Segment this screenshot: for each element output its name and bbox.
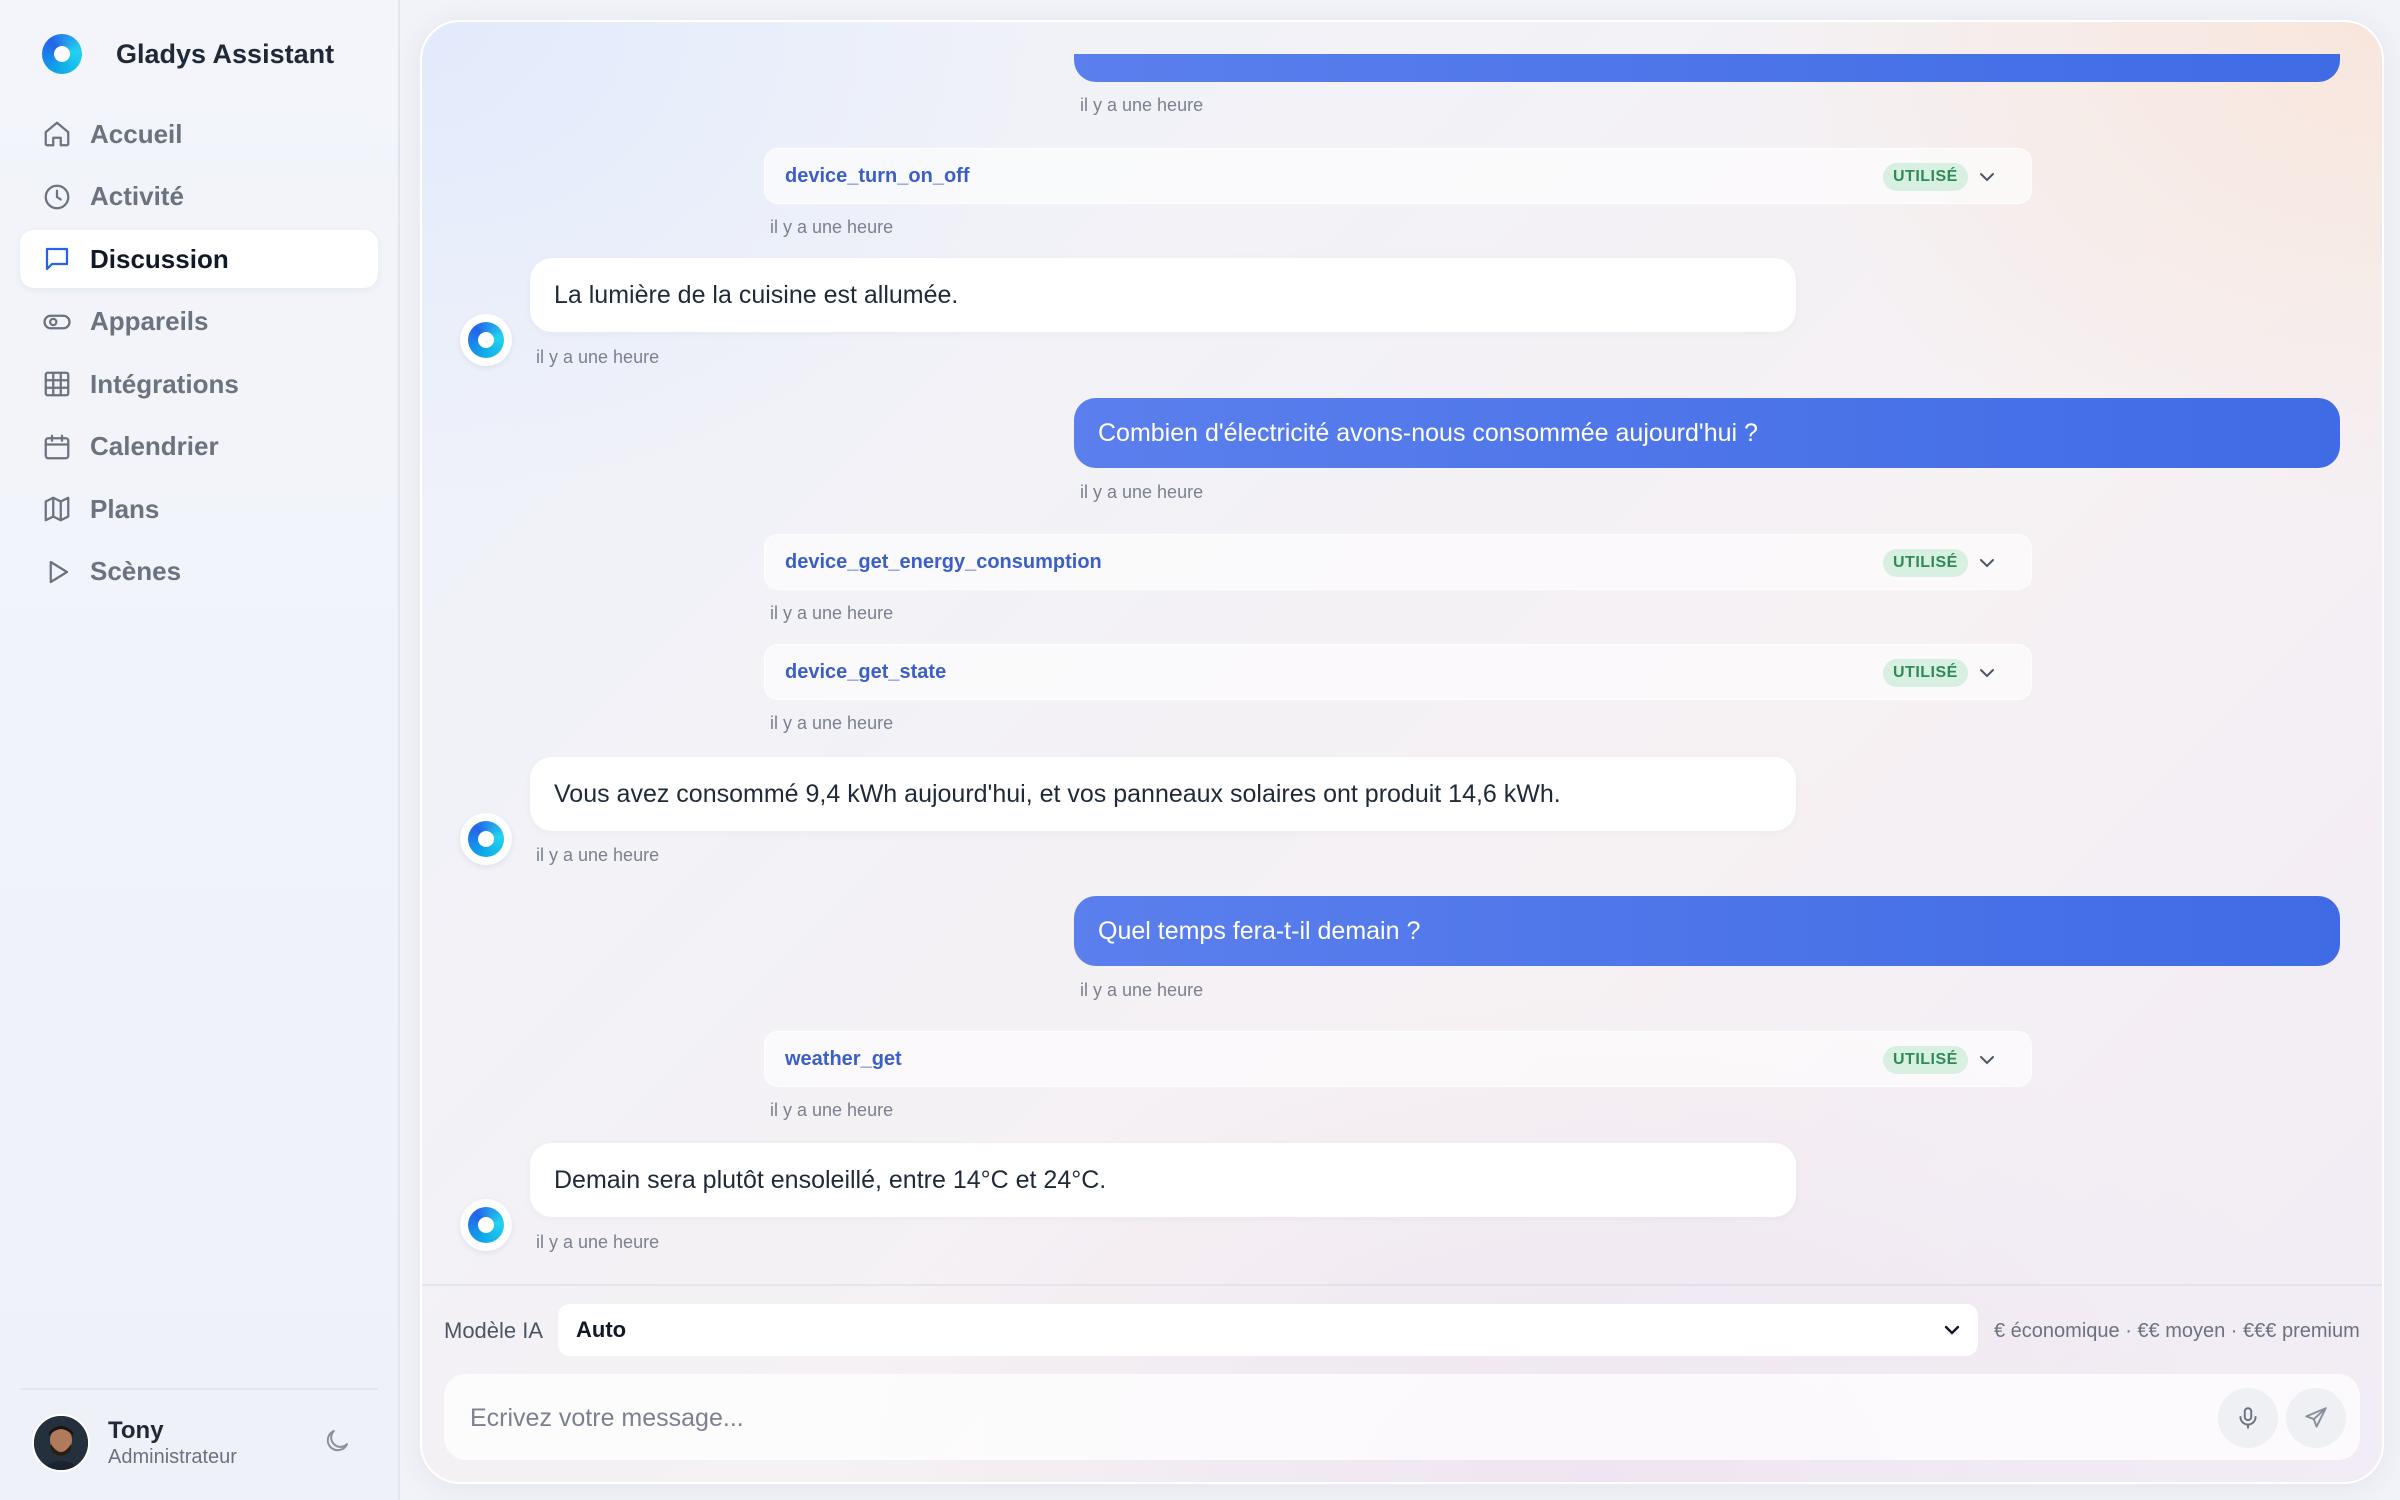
message-timestamp: il y a une heure [770,217,894,237]
chevron-down-icon [1944,1325,1960,1335]
message-list[interactable]: il y a une heure device_turn_on_off UTIL… [422,22,2382,1284]
microphone-button[interactable] [2218,1388,2278,1448]
status-badge: UTILISÉ [1883,549,1968,577]
sidebar-item-label: Intégrations [90,368,239,399]
message-input[interactable] [468,1392,2172,1444]
gladys-logo-icon [468,821,504,857]
sidebar-item-appareils[interactable]: Appareils [20,293,378,351]
sidebar-item-accueil[interactable]: Accueil [20,105,378,163]
sidebar-item-label: Accueil [90,118,183,149]
sidebar-item-label: Discussion [90,243,229,274]
sidebar-item-label: Activité [90,181,184,211]
model-select-value: Auto [576,1317,627,1342]
play-icon [49,560,69,583]
user-message-bubble: Quel temps fera-t-il demain ? [1074,896,2340,966]
moon-icon[interactable] [322,1426,352,1456]
tool-call-card[interactable]: device_get_energy_consumption UTILISÉ [764,534,2032,590]
home-icon [44,121,70,147]
sidebar-item-integrations[interactable]: Intégrations [20,355,378,413]
message-timestamp: il y a une heure [770,713,894,733]
sidebar-item-label: Scènes [90,556,182,586]
user-role: Administrateur [108,1446,237,1468]
map-icon [44,496,70,522]
calendar-icon [44,434,70,459]
sidebar-item-label: Appareils [90,306,209,336]
clock-icon [44,184,70,209]
message-timestamp: il y a une heure [770,1100,894,1120]
gladys-logo-icon [42,34,82,74]
message-timestamp: il y a une heure [1080,980,1204,1000]
sidebar-nav: Accueil Activité Discussion Appareils In… [20,105,378,605]
app-title: Gladys Assistant [116,38,335,69]
tool-name: weather_get [785,1047,902,1070]
sidebar-item-scenes[interactable]: Scènes [20,543,378,601]
message-timestamp: il y a une heure [536,1232,660,1252]
assistant-avatar [460,314,512,366]
sidebar-divider [20,1388,378,1390]
sidebar-item-activite[interactable]: Activité [20,168,378,226]
toggle-icon [43,314,71,329]
chevron-down-icon[interactable] [1975,551,1999,575]
tool-name: device_turn_on_off [785,164,970,187]
assistant-message-bubble: Vous avez consommé 9,4 kWh aujourd'hui, … [530,757,1796,831]
tool-name: device_get_state [785,660,947,683]
sidebar-item-label: Calendrier [90,431,219,461]
avatar [32,1414,90,1472]
sidebar: Gladys Assistant Accueil Activité Discus… [0,0,400,1500]
user-info: Tony Administrateur [108,1417,237,1469]
assistant-message-bubble: La lumière de la cuisine est allumée. [530,258,1796,332]
chevron-down-icon[interactable] [1975,1048,1999,1072]
user-name: Tony [108,1417,164,1444]
message-composer [444,1374,2360,1460]
message-timestamp: il y a une heure [1080,482,1204,502]
brand[interactable]: Gladys Assistant [42,34,334,74]
assistant-message-text: Demain sera plutôt ensoleillé, entre 14°… [554,1165,1107,1194]
chevron-down-icon[interactable] [1975,661,1999,685]
user-message-text: Quel temps fera-t-il demain ? [1098,916,1421,945]
assistant-message-text: Vous avez consommé 9,4 kWh aujourd'hui, … [554,779,1561,808]
assistant-avatar [460,1199,512,1251]
composer-divider [422,1284,2382,1286]
model-label: Modèle IA [444,1318,544,1343]
sidebar-item-discussion[interactable]: Discussion [20,230,378,288]
send-button[interactable] [2286,1388,2346,1448]
message-timestamp: il y a une heure [770,603,894,623]
microphone-icon [2239,1407,2257,1429]
assistant-message-bubble: Demain sera plutôt ensoleillé, entre 14°… [530,1143,1796,1217]
gladys-logo-icon [468,1207,504,1243]
sidebar-item-calendrier[interactable]: Calendrier [20,418,378,476]
message-timestamp: il y a une heure [1080,95,1204,115]
status-badge: UTILISÉ [1883,659,1968,687]
chat-panel: il y a une heure device_turn_on_off UTIL… [420,20,2384,1484]
send-icon [2305,1407,2327,1428]
message-timestamp: il y a une heure [536,347,660,367]
tool-name: device_get_energy_consumption [785,550,1102,573]
status-badge: UTILISÉ [1883,1046,1968,1074]
tool-call-card[interactable]: device_get_state UTILISÉ [764,644,2032,700]
grid-icon [44,371,70,397]
status-badge: UTILISÉ [1883,163,1968,191]
tool-call-card[interactable]: device_turn_on_off UTILISÉ [764,148,2032,204]
user-message-bubble: Combien d'électricité avons-nous consomm… [1074,398,2340,468]
tool-call-card[interactable]: weather_get UTILISÉ [764,1031,2032,1087]
sidebar-item-plans[interactable]: Plans [20,480,378,538]
message-timestamp: il y a une heure [536,845,660,865]
chat-icon [45,247,69,271]
price-hint: € économique · €€ moyen · €€€ premium [1994,1320,2360,1342]
chevron-down-icon[interactable] [1975,165,1999,189]
user-message-bubble-clipped [1074,54,2340,82]
assistant-message-text: La lumière de la cuisine est allumée. [554,280,959,309]
user-message-text: Combien d'électricité avons-nous consomm… [1098,418,1758,447]
sidebar-item-label: Plans [90,493,160,524]
model-select[interactable]: Auto [558,1304,1978,1356]
user-profile[interactable]: Tony Administrateur [32,1414,237,1472]
gladys-logo-icon [468,322,504,358]
assistant-avatar [460,813,512,865]
